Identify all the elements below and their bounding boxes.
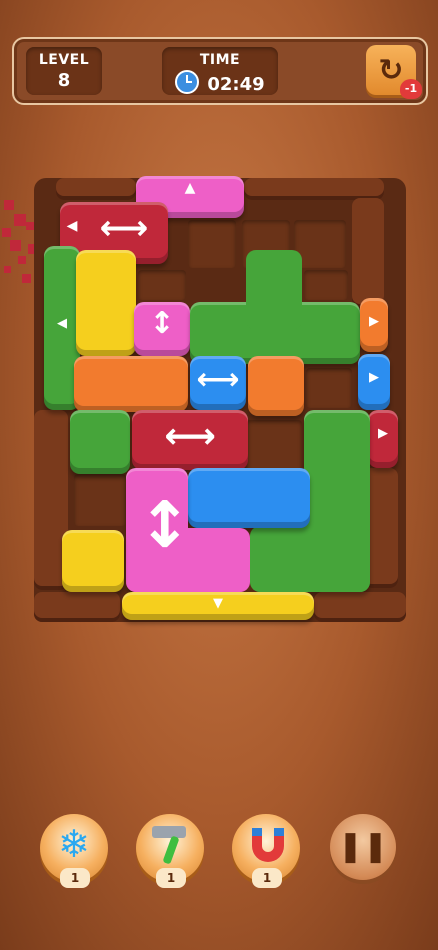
- restart-button[interactable]: ↻ -1: [366, 45, 422, 99]
- orange-block-right-exit[interactable]: ▶: [360, 298, 388, 352]
- blue-block-right-exit[interactable]: ▶: [358, 354, 390, 410]
- double-arrow-vertical-icon: ↕: [149, 306, 175, 341]
- hammer-booster-button[interactable]: 1: [136, 814, 204, 888]
- arrow-right-icon: ▶: [369, 314, 379, 329]
- empty-cell: [138, 270, 186, 300]
- double-arrow-vertical-icon: ↕: [138, 489, 192, 563]
- heart-icon: -1: [400, 79, 422, 99]
- time-label: TIME: [199, 52, 241, 68]
- level-panel: LEVEL 8: [26, 47, 102, 95]
- blue-block-small[interactable]: ⟷: [190, 356, 246, 410]
- clock-icon: [175, 70, 200, 94]
- blue-block-wide[interactable]: [188, 468, 310, 528]
- restart-icon: ↻: [378, 52, 404, 88]
- pink-block-small[interactable]: ↕: [134, 302, 190, 356]
- arrow-down-icon: ▼: [213, 596, 223, 611]
- double-arrow-horizontal-icon: ⟷: [99, 208, 149, 248]
- green-block-square[interactable]: [70, 410, 130, 474]
- magnet-count: 1: [252, 868, 282, 888]
- orange-block-small[interactable]: [248, 356, 304, 416]
- red-block-right-exit[interactable]: ▶: [368, 410, 398, 468]
- hammer-count: 1: [156, 868, 186, 888]
- top-hud: LEVEL 8 TIME 02:49 ↻ -1: [12, 37, 428, 105]
- arrow-left-icon: ◀: [66, 218, 78, 234]
- double-arrow-horizontal-icon: ⟷: [196, 362, 240, 397]
- empty-cell: [74, 474, 126, 526]
- wall-top-left: [56, 178, 136, 200]
- snowflake-icon: ❄: [58, 822, 90, 866]
- arrow-left-icon: ◀: [57, 316, 67, 331]
- time-value: 02:49: [207, 74, 265, 95]
- wall-bottom-right: [314, 592, 406, 622]
- double-arrow-horizontal-icon: ⟷: [164, 416, 216, 457]
- puzzle-board: ▲ ◀ ⟷ ◀ ↕ ▶ ⟷ ▶ ⟷ ▶ ↕ ▼: [34, 176, 406, 622]
- freeze-count: 1: [60, 868, 90, 888]
- freeze-booster-button[interactable]: ❄ 1: [40, 814, 108, 888]
- arrow-right-icon: ▶: [378, 426, 388, 441]
- pause-button[interactable]: ❚❚: [330, 814, 396, 880]
- arrow-right-icon: ▶: [369, 370, 379, 385]
- empty-cell: [306, 368, 352, 408]
- level-value: 8: [57, 70, 71, 91]
- restart-cost: -1: [404, 82, 418, 95]
- wall-right-upper: [352, 198, 384, 308]
- red-block-horizontal-middle[interactable]: ⟷: [132, 410, 248, 470]
- empty-cell: [246, 420, 302, 470]
- yellow-block-bottom-exit[interactable]: ▼: [122, 592, 314, 620]
- timer-panel: TIME 02:49: [162, 47, 278, 95]
- empty-cell: [304, 270, 348, 300]
- empty-cell: [188, 220, 236, 268]
- wall-top-right: [244, 178, 384, 200]
- magnet-booster-button[interactable]: 1: [232, 814, 300, 888]
- pause-icon: ❚❚: [337, 829, 389, 864]
- orange-block-wide[interactable]: [74, 356, 188, 412]
- time-value-row: 02:49: [162, 70, 278, 95]
- yellow-block-tall[interactable]: [76, 250, 136, 356]
- yellow-block-square[interactable]: [62, 530, 124, 592]
- arrow-up-icon: ▲: [184, 180, 196, 196]
- wall-bottom-left: [34, 592, 120, 622]
- level-label: LEVEL: [38, 52, 90, 68]
